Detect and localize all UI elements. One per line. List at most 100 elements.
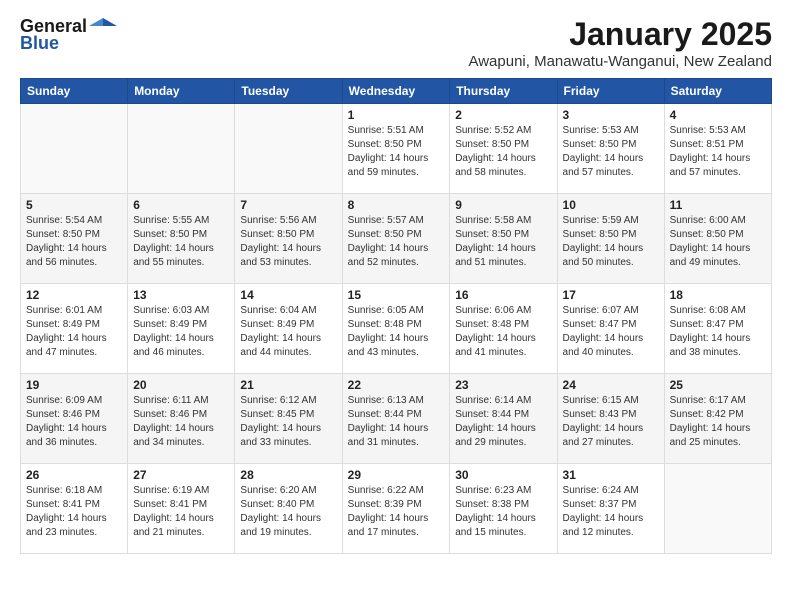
day-number: 1: [348, 108, 445, 122]
day-number: 7: [240, 198, 336, 212]
day-number: 12: [26, 288, 122, 302]
day-info: Sunrise: 6:01 AM Sunset: 8:49 PM Dayligh…: [26, 304, 122, 360]
day-info: Sunrise: 6:20 AM Sunset: 8:40 PM Dayligh…: [240, 484, 336, 540]
calendar-cell: 31 Sunrise: 6:24 AM Sunset: 8:37 PM Dayli…: [557, 464, 664, 554]
calendar-cell: 11 Sunrise: 6:00 AM Sunset: 8:50 PM Dayli…: [664, 194, 771, 284]
day-number: 31: [563, 468, 659, 482]
calendar-cell: 3Sunrise: 5:53 AM Sunset: 8:50 PM Daylig…: [557, 104, 664, 194]
day-info: Sunrise: 5:57 AM Sunset: 8:50 PM Dayligh…: [348, 214, 445, 270]
weekday-header-thursday: Thursday: [450, 79, 557, 104]
page-header: General Blue January 2025 Awapuni, Manaw…: [20, 16, 772, 70]
day-info: Sunrise: 6:05 AM Sunset: 8:48 PM Dayligh…: [348, 304, 445, 360]
calendar-cell: 8 Sunrise: 5:57 AM Sunset: 8:50 PM Daylig…: [342, 194, 450, 284]
calendar-cell: [235, 104, 342, 194]
day-number: 14: [240, 288, 336, 302]
day-info: Sunrise: 6:22 AM Sunset: 8:39 PM Dayligh…: [348, 484, 445, 540]
day-number: 9: [455, 198, 551, 212]
day-number: 13: [133, 288, 229, 302]
weekday-header-sunday: Sunday: [21, 79, 128, 104]
location-title: Awapuni, Manawatu-Wanganui, New Zealand: [468, 53, 772, 70]
day-info: Sunrise: 5:54 AM Sunset: 8:50 PM Dayligh…: [26, 214, 122, 270]
day-number: 25: [670, 378, 766, 392]
day-info: Sunrise: 6:23 AM Sunset: 8:38 PM Dayligh…: [455, 484, 551, 540]
calendar-cell: 5Sunrise: 5:54 AM Sunset: 8:50 PM Daylig…: [21, 194, 128, 284]
calendar-cell: 9 Sunrise: 5:58 AM Sunset: 8:50 PM Daylig…: [450, 194, 557, 284]
day-number: 11: [670, 198, 766, 212]
day-info: Sunrise: 6:13 AM Sunset: 8:44 PM Dayligh…: [348, 394, 445, 450]
day-number: 30: [455, 468, 551, 482]
day-number: 27: [133, 468, 229, 482]
calendar-cell: 12 Sunrise: 6:01 AM Sunset: 8:49 PM Dayli…: [21, 284, 128, 374]
day-info: Sunrise: 6:15 AM Sunset: 8:43 PM Dayligh…: [563, 394, 659, 450]
logo: General Blue: [20, 16, 117, 54]
day-number: 16: [455, 288, 551, 302]
calendar-cell: 21 Sunrise: 6:12 AM Sunset: 8:45 PM Dayli…: [235, 374, 342, 464]
day-info: Sunrise: 5:51 AM Sunset: 8:50 PM Dayligh…: [348, 124, 445, 180]
day-info: Sunrise: 6:00 AM Sunset: 8:50 PM Dayligh…: [670, 214, 766, 270]
day-number: 28: [240, 468, 336, 482]
day-info: Sunrise: 6:03 AM Sunset: 8:49 PM Dayligh…: [133, 304, 229, 360]
day-number: 10: [563, 198, 659, 212]
calendar-cell: 2 Sunrise: 5:52 AM Sunset: 8:50 PM Daylig…: [450, 104, 557, 194]
calendar-cell: 10Sunrise: 5:59 AM Sunset: 8:50 PM Dayli…: [557, 194, 664, 284]
day-number: 15: [348, 288, 445, 302]
day-number: 26: [26, 468, 122, 482]
day-info: Sunrise: 6:18 AM Sunset: 8:41 PM Dayligh…: [26, 484, 122, 540]
calendar-cell: 24 Sunrise: 6:15 AM Sunset: 8:43 PM Dayli…: [557, 374, 664, 464]
day-info: Sunrise: 6:06 AM Sunset: 8:48 PM Dayligh…: [455, 304, 551, 360]
day-info: Sunrise: 5:53 AM Sunset: 8:51 PM Dayligh…: [670, 124, 766, 180]
calendar-cell: 29 Sunrise: 6:22 AM Sunset: 8:39 PM Dayli…: [342, 464, 450, 554]
calendar-cell: 25 Sunrise: 6:17 AM Sunset: 8:42 PM Dayli…: [664, 374, 771, 464]
calendar-cell: 16 Sunrise: 6:06 AM Sunset: 8:48 PM Dayli…: [450, 284, 557, 374]
weekday-header-saturday: Saturday: [664, 79, 771, 104]
day-number: 20: [133, 378, 229, 392]
calendar-week-row: 1 Sunrise: 5:51 AM Sunset: 8:50 PM Daylig…: [21, 104, 772, 194]
calendar-cell: 6Sunrise: 5:55 AM Sunset: 8:50 PM Daylig…: [128, 194, 235, 284]
day-number: 17: [563, 288, 659, 302]
weekday-header-wednesday: Wednesday: [342, 79, 450, 104]
month-title: January 2025: [468, 16, 772, 53]
day-number: 29: [348, 468, 445, 482]
weekday-header-friday: Friday: [557, 79, 664, 104]
calendar-week-row: 12 Sunrise: 6:01 AM Sunset: 8:49 PM Dayli…: [21, 284, 772, 374]
day-info: Sunrise: 6:24 AM Sunset: 8:37 PM Dayligh…: [563, 484, 659, 540]
calendar-cell: 22Sunrise: 6:13 AM Sunset: 8:44 PM Dayli…: [342, 374, 450, 464]
weekday-header-tuesday: Tuesday: [235, 79, 342, 104]
day-number: 4: [670, 108, 766, 122]
day-number: 2: [455, 108, 551, 122]
day-number: 19: [26, 378, 122, 392]
calendar-cell: 27 Sunrise: 6:19 AM Sunset: 8:41 PM Dayli…: [128, 464, 235, 554]
day-info: Sunrise: 5:53 AM Sunset: 8:50 PM Dayligh…: [563, 124, 659, 180]
calendar-cell: 19 Sunrise: 6:09 AM Sunset: 8:46 PM Dayli…: [21, 374, 128, 464]
day-info: Sunrise: 5:55 AM Sunset: 8:50 PM Dayligh…: [133, 214, 229, 270]
day-number: 18: [670, 288, 766, 302]
calendar-week-row: 19 Sunrise: 6:09 AM Sunset: 8:46 PM Dayli…: [21, 374, 772, 464]
day-number: 8: [348, 198, 445, 212]
calendar-header-row: SundayMondayTuesdayWednesdayThursdayFrid…: [21, 79, 772, 104]
day-info: Sunrise: 5:56 AM Sunset: 8:50 PM Dayligh…: [240, 214, 336, 270]
day-info: Sunrise: 6:19 AM Sunset: 8:41 PM Dayligh…: [133, 484, 229, 540]
title-block: January 2025 Awapuni, Manawatu-Wanganui,…: [468, 16, 772, 70]
calendar-cell: [664, 464, 771, 554]
day-info: Sunrise: 6:17 AM Sunset: 8:42 PM Dayligh…: [670, 394, 766, 450]
calendar-cell: 1 Sunrise: 5:51 AM Sunset: 8:50 PM Daylig…: [342, 104, 450, 194]
calendar-cell: [128, 104, 235, 194]
day-info: Sunrise: 6:12 AM Sunset: 8:45 PM Dayligh…: [240, 394, 336, 450]
day-info: Sunrise: 6:08 AM Sunset: 8:47 PM Dayligh…: [670, 304, 766, 360]
logo-blue-text: Blue: [20, 33, 59, 54]
calendar-cell: 14Sunrise: 6:04 AM Sunset: 8:49 PM Dayli…: [235, 284, 342, 374]
calendar-cell: [21, 104, 128, 194]
day-number: 21: [240, 378, 336, 392]
calendar-cell: 17Sunrise: 6:07 AM Sunset: 8:47 PM Dayli…: [557, 284, 664, 374]
day-number: 23: [455, 378, 551, 392]
calendar-cell: 4 Sunrise: 5:53 AM Sunset: 8:51 PM Daylig…: [664, 104, 771, 194]
day-info: Sunrise: 5:58 AM Sunset: 8:50 PM Dayligh…: [455, 214, 551, 270]
day-number: 24: [563, 378, 659, 392]
calendar-cell: 30 Sunrise: 6:23 AM Sunset: 8:38 PM Dayli…: [450, 464, 557, 554]
day-info: Sunrise: 6:11 AM Sunset: 8:46 PM Dayligh…: [133, 394, 229, 450]
weekday-header-monday: Monday: [128, 79, 235, 104]
calendar-table: SundayMondayTuesdayWednesdayThursdayFrid…: [20, 78, 772, 554]
day-info: Sunrise: 6:09 AM Sunset: 8:46 PM Dayligh…: [26, 394, 122, 450]
day-info: Sunrise: 5:52 AM Sunset: 8:50 PM Dayligh…: [455, 124, 551, 180]
calendar-cell: 23Sunrise: 6:14 AM Sunset: 8:44 PM Dayli…: [450, 374, 557, 464]
